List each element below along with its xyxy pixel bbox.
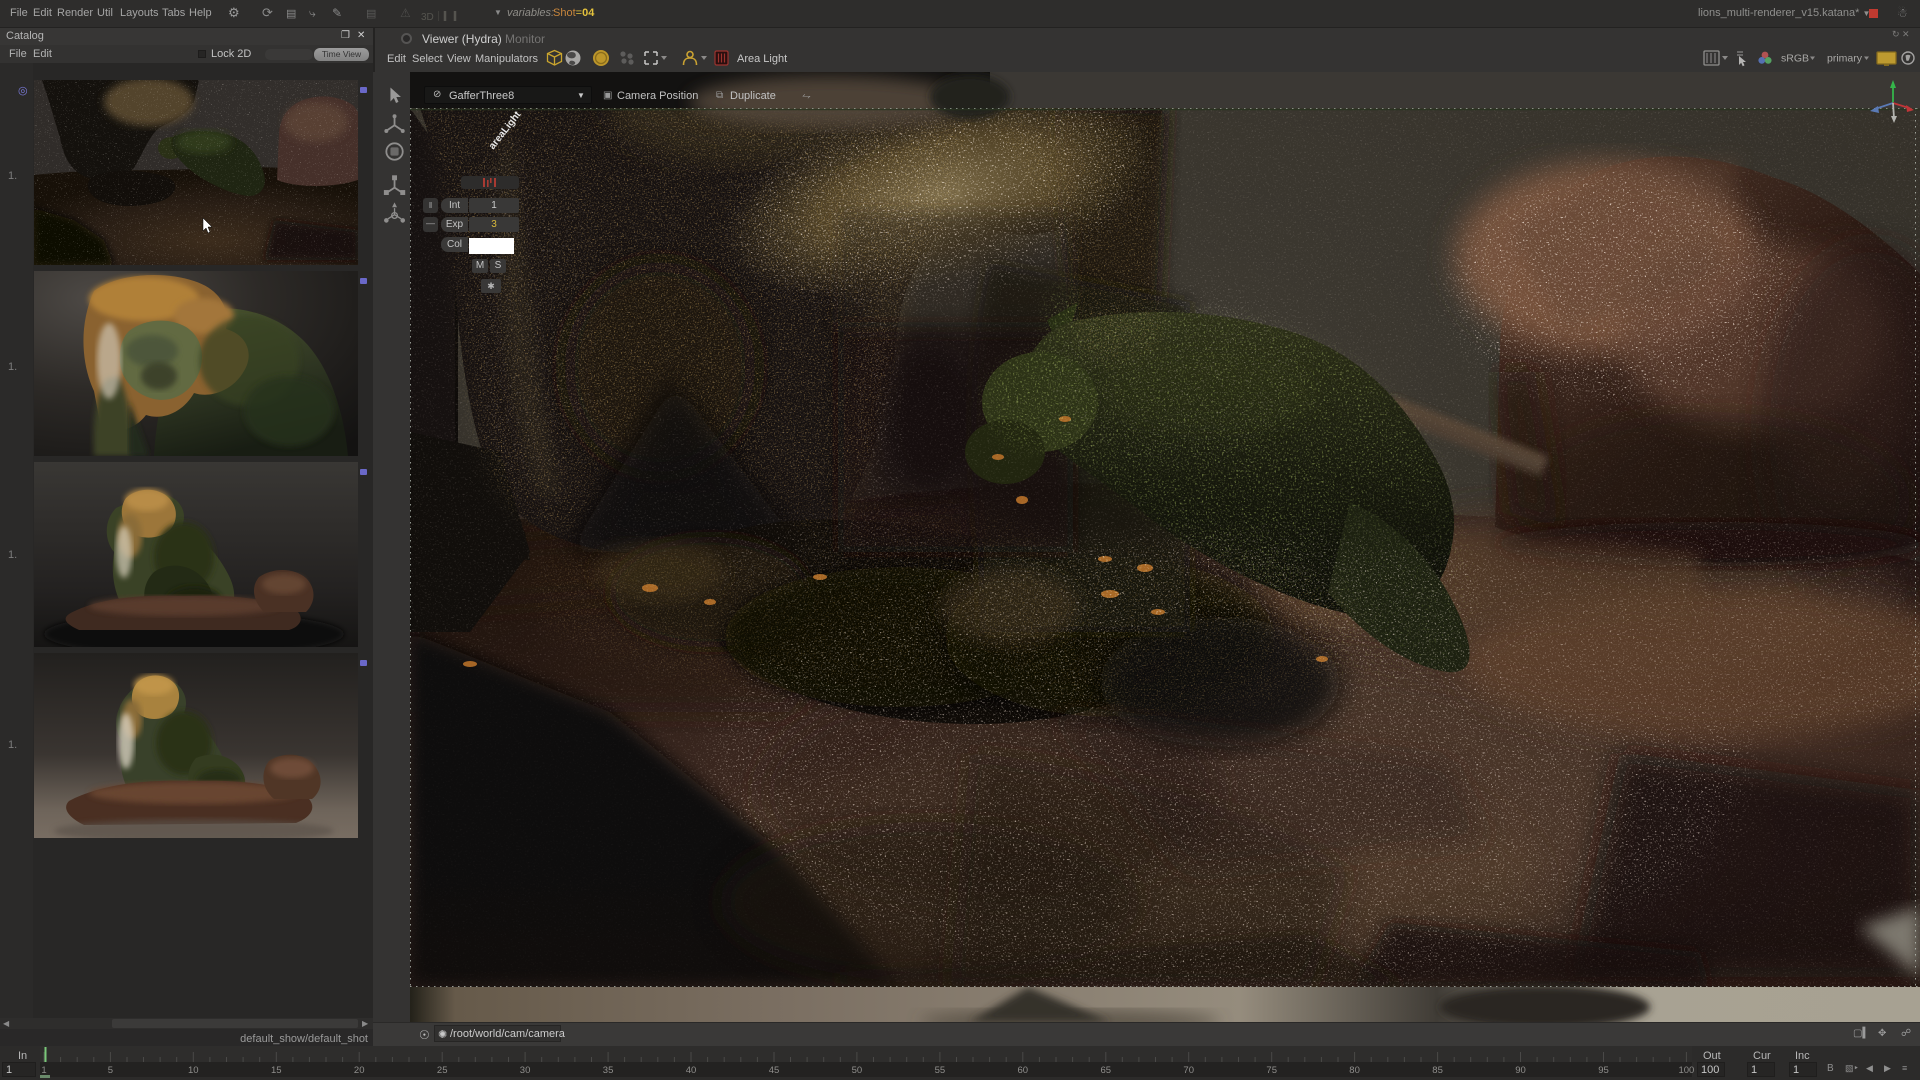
svg-text:10: 10 (188, 1065, 199, 1076)
svg-text:80: 80 (1349, 1065, 1360, 1076)
svg-text:50: 50 (852, 1065, 863, 1076)
svg-text:25: 25 (437, 1065, 448, 1076)
svg-text:60: 60 (1018, 1065, 1029, 1076)
svg-text:65: 65 (1101, 1065, 1112, 1076)
svg-text:45: 45 (769, 1065, 780, 1076)
svg-text:35: 35 (603, 1065, 614, 1076)
svg-text:30: 30 (520, 1065, 531, 1076)
svg-text:55: 55 (935, 1065, 946, 1076)
svg-text:primary: primary (1827, 53, 1863, 65)
svg-text:15: 15 (271, 1065, 282, 1076)
svg-text:100: 100 (1678, 1065, 1694, 1076)
svg-text:5: 5 (108, 1065, 113, 1076)
svg-text:1: 1 (41, 1065, 46, 1076)
svg-text:90: 90 (1515, 1065, 1526, 1076)
svg-text:85: 85 (1432, 1065, 1443, 1076)
svg-text:40: 40 (686, 1065, 697, 1076)
svg-text:75: 75 (1266, 1065, 1277, 1076)
svg-text:sRGB: sRGB (1781, 53, 1809, 65)
svg-text:95: 95 (1598, 1065, 1609, 1076)
svg-text:70: 70 (1183, 1065, 1194, 1076)
svg-text:20: 20 (354, 1065, 365, 1076)
